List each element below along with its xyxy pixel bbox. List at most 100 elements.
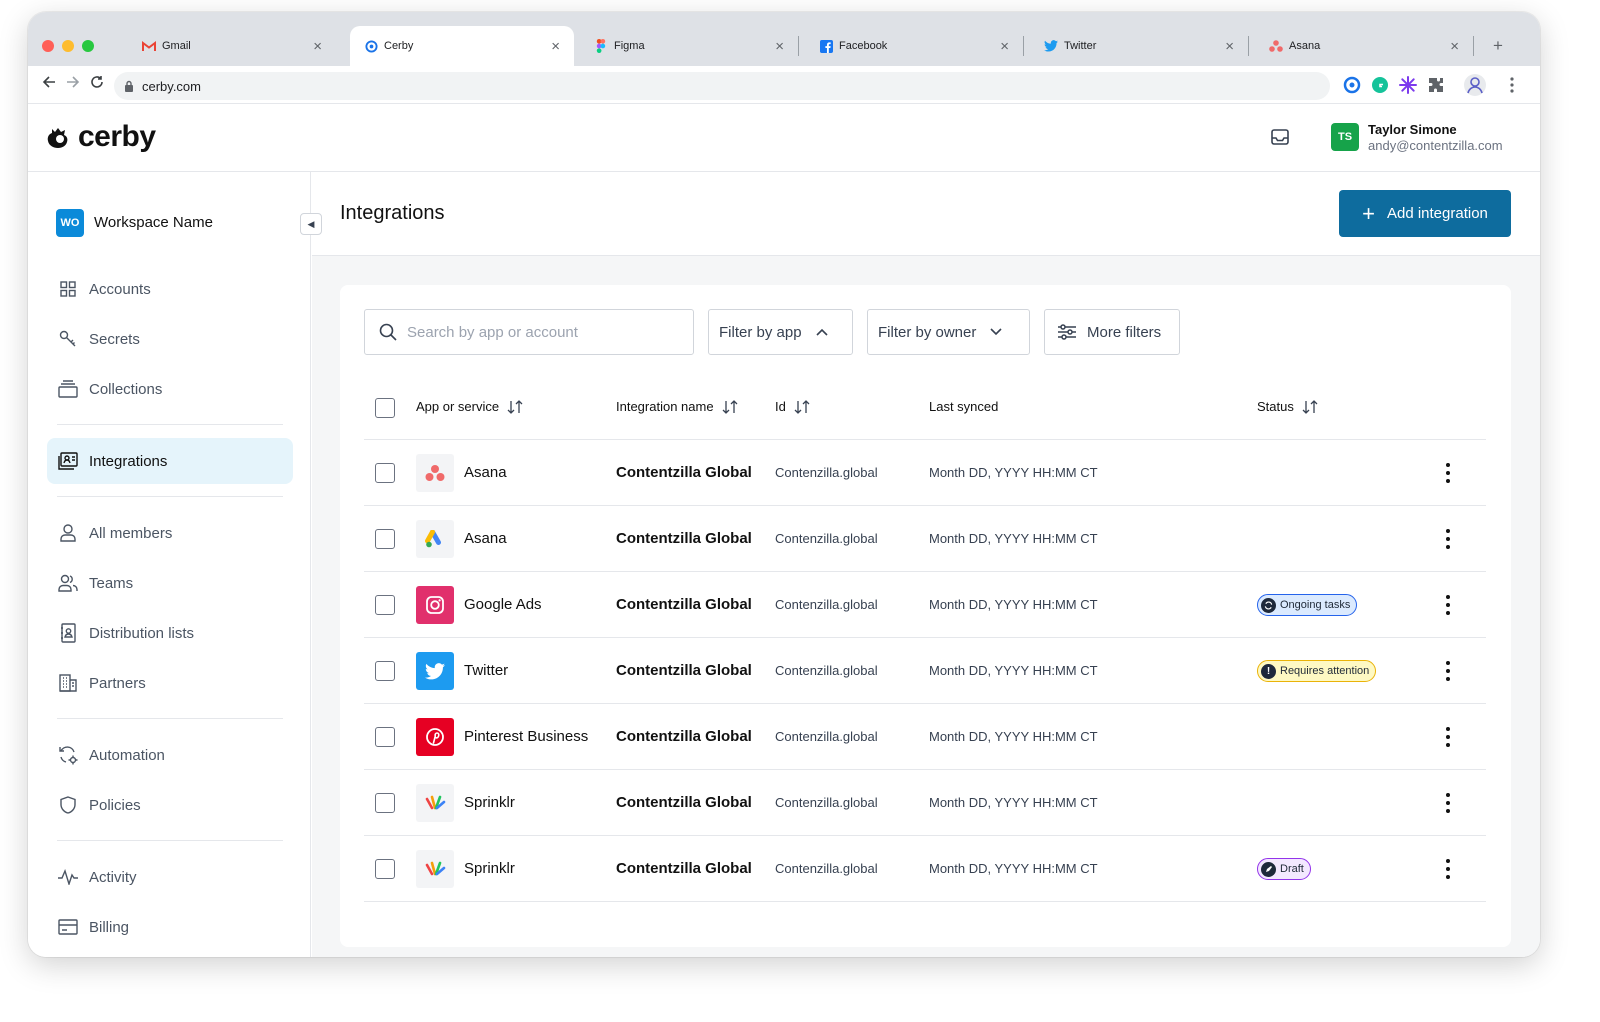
inbox-icon[interactable] xyxy=(1271,129,1289,150)
maximize-window-button[interactable] xyxy=(82,40,94,52)
tab-figma[interactable]: Figma × xyxy=(580,26,798,66)
sidebar-item-teams[interactable]: Teams xyxy=(47,560,293,606)
row-checkbox[interactable] xyxy=(375,859,395,879)
puzzle-extensions-icon[interactable] xyxy=(1426,75,1446,95)
row-checkbox[interactable] xyxy=(375,793,395,813)
filter-by-app-dropdown[interactable]: Filter by app xyxy=(708,309,853,355)
snowflake-extension-icon[interactable] xyxy=(1398,75,1418,95)
sidebar-item-partners[interactable]: Partners xyxy=(47,660,293,706)
tab-separator xyxy=(798,36,799,56)
sort-icon[interactable] xyxy=(794,399,810,414)
tab-label: Figma xyxy=(614,40,645,52)
row-checkbox[interactable] xyxy=(375,727,395,747)
row-checkbox[interactable] xyxy=(375,529,395,549)
url-text: cerby.com xyxy=(142,78,201,94)
sidebar-item-accounts[interactable]: Accounts xyxy=(47,266,293,312)
sidebar-item-label: Secrets xyxy=(89,330,140,348)
sidebar-item-distribution-lists[interactable]: Distribution lists xyxy=(47,610,293,656)
status-badge: Draft xyxy=(1257,858,1311,880)
row-checkbox[interactable] xyxy=(375,463,395,483)
column-last-synced: Last synced xyxy=(929,399,998,414)
twitter-icon xyxy=(1044,39,1058,53)
tab-facebook[interactable]: Facebook × xyxy=(805,26,1023,66)
chevron-down-icon xyxy=(990,328,1002,336)
sidebar-item-all-members[interactable]: All members xyxy=(47,510,293,556)
search-input[interactable] xyxy=(407,323,667,341)
add-integration-button[interactable]: + Add integration xyxy=(1339,190,1511,237)
column-app[interactable]: App or service xyxy=(416,399,523,414)
reload-icon[interactable] xyxy=(90,75,104,94)
close-tab-icon[interactable]: × xyxy=(1225,38,1234,55)
sort-icon[interactable] xyxy=(722,399,738,414)
filter-by-owner-dropdown[interactable]: Filter by owner xyxy=(867,309,1030,355)
app-name: Sprinklr xyxy=(464,860,515,877)
collapse-sidebar-button[interactable]: ◀ xyxy=(300,213,322,235)
sidebar-item-automation[interactable]: Automation xyxy=(47,732,293,778)
row-menu-icon[interactable] xyxy=(1438,790,1458,816)
column-status[interactable]: Status xyxy=(1257,399,1318,414)
user-name: Taylor Simone xyxy=(1368,122,1457,137)
forward-arrow-icon[interactable] xyxy=(66,75,80,94)
minimize-window-button[interactable] xyxy=(62,40,74,52)
table-row[interactable]: Sprinklr Contentzilla Global Contenzilla… xyxy=(364,770,1486,836)
workspace-name[interactable]: Workspace Name xyxy=(94,214,213,231)
close-tab-icon[interactable]: × xyxy=(1450,38,1459,55)
tab-cerby[interactable]: Cerby × xyxy=(350,26,574,66)
green-extension-icon[interactable] xyxy=(1370,75,1390,95)
workspace-badge[interactable]: WO xyxy=(56,209,84,237)
row-menu-icon[interactable] xyxy=(1438,460,1458,486)
cerby-logo[interactable]: cerby xyxy=(46,120,156,154)
sidebar-item-policies[interactable]: Policies xyxy=(47,782,293,828)
profile-avatar-icon[interactable] xyxy=(1462,72,1488,98)
table-row[interactable]: Pinterest Business Contentzilla Global C… xyxy=(364,704,1486,770)
row-checkbox[interactable] xyxy=(375,595,395,615)
app-name: Google Ads xyxy=(464,596,542,613)
close-tab-icon[interactable]: × xyxy=(1000,38,1009,55)
close-tab-icon[interactable]: × xyxy=(551,38,560,55)
table-row[interactable]: Asana Contentzilla Global Contenzilla.gl… xyxy=(364,506,1486,572)
integration-id: Contenzilla.global xyxy=(775,861,878,876)
column-integration-name[interactable]: Integration name xyxy=(616,399,738,414)
back-arrow-icon[interactable] xyxy=(42,75,56,94)
more-filters-button[interactable]: More filters xyxy=(1044,309,1180,355)
sidebar-item-secrets[interactable]: Secrets xyxy=(47,316,293,362)
row-checkbox[interactable] xyxy=(375,661,395,681)
tab-asana[interactable]: Asana × xyxy=(1255,26,1473,66)
tab-gmail[interactable]: Gmail × xyxy=(128,26,336,66)
table-row[interactable]: Asana Contentzilla Global Contenzilla.gl… xyxy=(364,440,1486,506)
sidebar-item-collections[interactable]: Collections xyxy=(47,366,293,412)
table-row[interactable]: Sprinklr Contentzilla Global Contenzilla… xyxy=(364,836,1486,902)
browser-menu-icon[interactable] xyxy=(1502,75,1522,95)
search-box[interactable] xyxy=(364,309,694,355)
close-tab-icon[interactable]: × xyxy=(313,38,322,55)
sidebar-item-label: Teams xyxy=(89,574,134,592)
tab-separator xyxy=(1248,36,1249,56)
table-row[interactable]: Google Ads Contentzilla Global Contenzil… xyxy=(364,572,1486,638)
close-tab-icon[interactable]: × xyxy=(775,38,784,55)
sidebar-item-label: Policies xyxy=(89,796,141,814)
column-id[interactable]: Id xyxy=(775,399,810,414)
column-label: Integration name xyxy=(616,399,714,414)
user-avatar[interactable]: TS xyxy=(1331,123,1359,151)
tab-twitter[interactable]: Twitter × xyxy=(1030,26,1248,66)
chevron-left-icon: ◀ xyxy=(307,218,315,229)
row-menu-icon[interactable] xyxy=(1438,526,1458,552)
row-menu-icon[interactable] xyxy=(1438,658,1458,684)
grammarly-extension-icon[interactable] xyxy=(1342,75,1362,95)
sidebar-item-billing[interactable]: Billing xyxy=(47,904,293,950)
integration-name: Contentzilla Global xyxy=(616,530,752,547)
sidebar-item-activity[interactable]: Activity xyxy=(47,854,293,900)
sort-icon[interactable] xyxy=(1302,399,1318,414)
url-bar[interactable]: cerby.com xyxy=(114,72,1330,100)
sidebar-divider xyxy=(57,718,283,719)
close-window-button[interactable] xyxy=(42,40,54,52)
row-menu-icon[interactable] xyxy=(1438,856,1458,882)
new-tab-icon[interactable]: + xyxy=(1493,36,1503,56)
table-row[interactable]: Twitter Contentzilla Global Contenzilla.… xyxy=(364,638,1486,704)
row-menu-icon[interactable] xyxy=(1438,592,1458,618)
sort-icon[interactable] xyxy=(507,399,523,414)
sidebar-item-integrations[interactable]: Integrations xyxy=(47,438,293,484)
sidebar-divider xyxy=(57,424,283,425)
row-menu-icon[interactable] xyxy=(1438,724,1458,750)
select-all-checkbox[interactable] xyxy=(375,398,395,418)
